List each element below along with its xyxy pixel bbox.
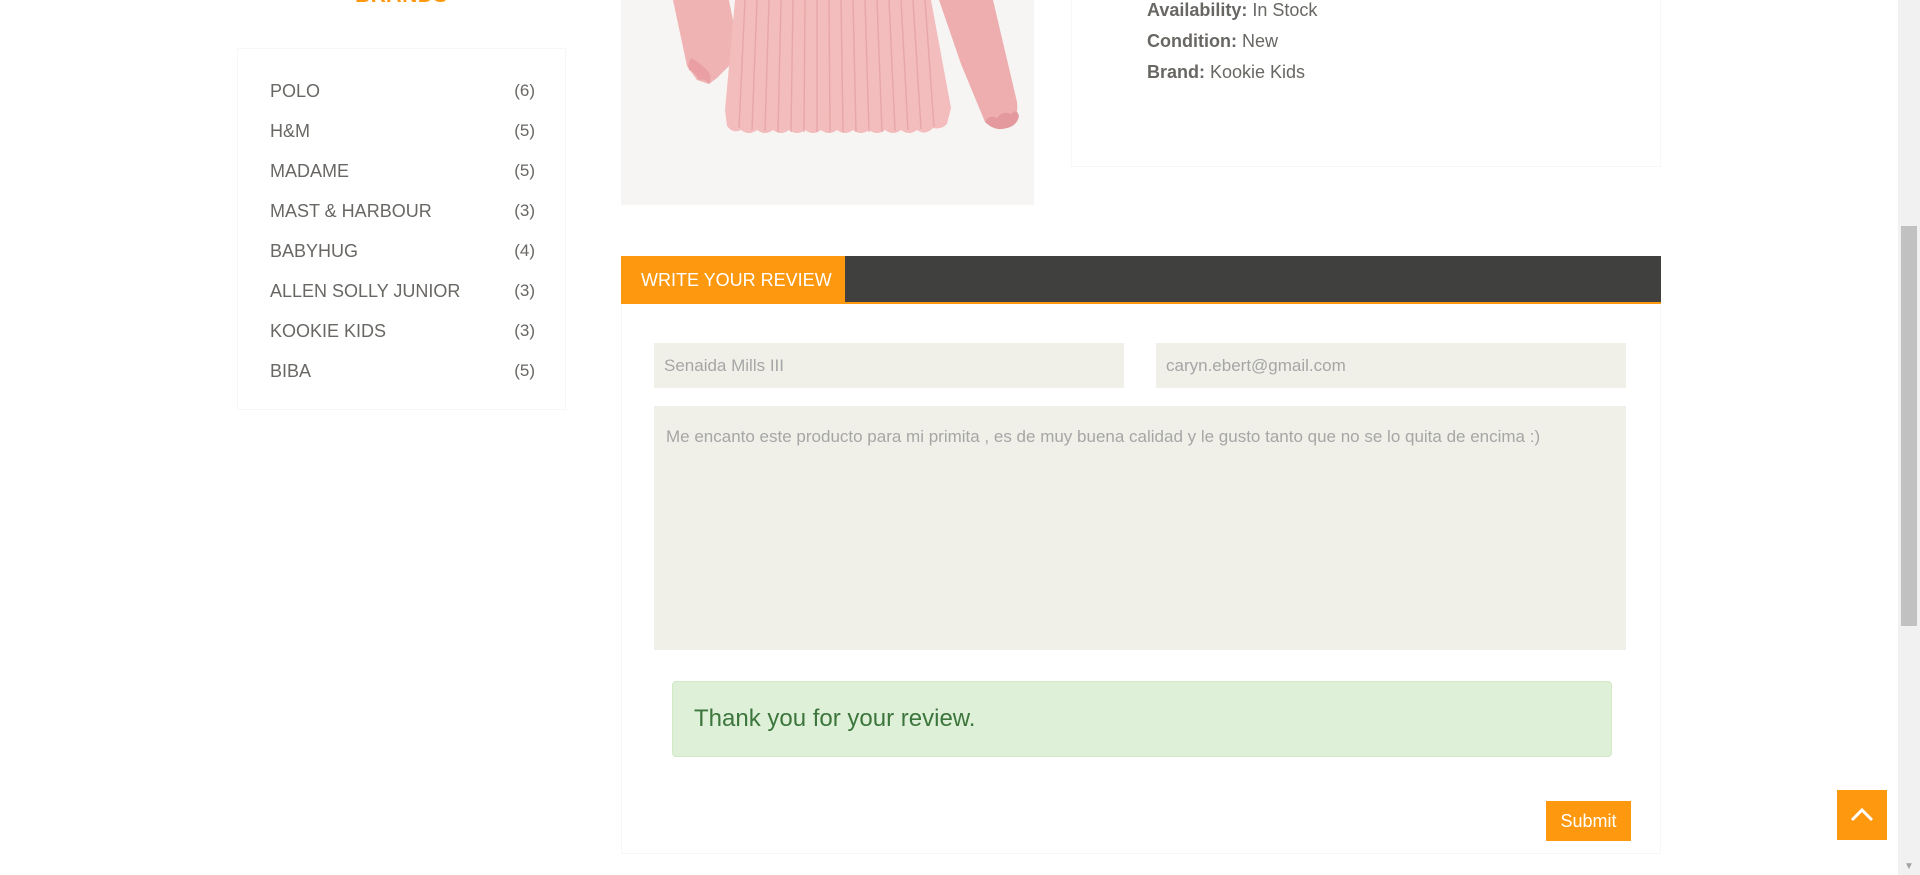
brand-name: MAST & HARBOUR <box>270 200 432 221</box>
brand-name: H&M <box>270 120 310 141</box>
brand-item-madame[interactable]: MADAME (5) <box>270 151 535 191</box>
brand-name: POLO <box>270 80 321 101</box>
brand-count: (5) <box>514 121 535 140</box>
success-alert: Thank you for your review. <box>672 681 1612 757</box>
availability-value: In Stock <box>1247 0 1318 20</box>
brands-title: BRANDS <box>237 0 566 8</box>
submit-button[interactable]: Submit <box>1546 801 1631 841</box>
brand-value: Kookie Kids <box>1205 62 1306 82</box>
product-image <box>621 0 1034 205</box>
condition-label: Condition: <box>1147 31 1237 51</box>
brand-count: (3) <box>514 321 535 340</box>
condition-value: New <box>1236 31 1278 51</box>
condition: Condition: New <box>1147 31 1278 52</box>
scroll-down-arrow-icon[interactable]: ▼ <box>1898 857 1920 875</box>
brand-item-hm[interactable]: H&M (5) <box>270 111 535 151</box>
availability: Availability: In Stock <box>1147 0 1317 21</box>
brand-item-kookie-kids[interactable]: KOOKIE KIDS (3) <box>270 311 535 351</box>
brands-list: POLO (6) H&M (5) MADAME (5) MAST & HARBO… <box>237 48 566 410</box>
brand-item-polo[interactable]: POLO (6) <box>270 71 535 111</box>
review-textarea[interactable]: Me encanto este producto para mi primita… <box>654 406 1626 650</box>
name-field[interactable] <box>654 343 1124 388</box>
scroll-to-top-button[interactable] <box>1837 790 1887 840</box>
brand-count: (3) <box>514 281 535 300</box>
scrollbar-thumb[interactable] <box>1901 226 1917 626</box>
brand-label: Brand: <box>1147 62 1205 82</box>
review-tab-bar: WRITE YOUR REVIEW <box>621 256 1661 304</box>
brand-count: (5) <box>514 361 535 380</box>
brand-item-allen-solly-junior[interactable]: ALLEN SOLLY JUNIOR (3) <box>270 271 535 311</box>
brand-item-mast-harbour[interactable]: MAST & HARBOUR (3) <box>270 191 535 231</box>
brand-count: (5) <box>514 161 535 180</box>
brand-count: (3) <box>514 201 535 220</box>
brand-name: BIBA <box>270 360 312 381</box>
brand-name: KOOKIE KIDS <box>270 320 387 341</box>
brand-name: ALLEN SOLLY JUNIOR <box>270 280 461 301</box>
brand-count: (4) <box>514 241 535 260</box>
product-photo <box>621 0 1034 205</box>
chevron-up-icon <box>1850 807 1874 822</box>
brand-name: MADAME <box>270 160 350 181</box>
email-field[interactable] <box>1156 343 1626 388</box>
brand-item-babyhug[interactable]: BABYHUG (4) <box>270 231 535 271</box>
brand: Brand: Kookie Kids <box>1147 62 1305 83</box>
review-form: Me encanto este producto para mi primita… <box>621 304 1661 854</box>
product-info-box: Availability: In Stock Condition: New Br… <box>1071 0 1661 167</box>
tab-write-review[interactable]: WRITE YOUR REVIEW <box>621 256 845 304</box>
brand-count: (6) <box>514 81 535 100</box>
brand-name: BABYHUG <box>270 240 359 261</box>
brand-item-biba[interactable]: BIBA (5) <box>270 351 535 391</box>
availability-label: Availability: <box>1147 0 1248 20</box>
